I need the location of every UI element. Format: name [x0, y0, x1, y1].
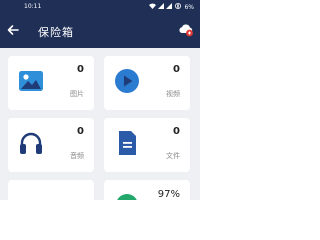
back-arrow-icon[interactable] [6, 22, 20, 36]
category-card-documents[interactable]: 0 文件 [104, 118, 190, 172]
category-label: 文件 [166, 152, 180, 160]
category-card-audio[interactable]: 0 音频 [8, 118, 94, 172]
app-bar: 保险箱 [0, 14, 200, 48]
category-card-video[interactable]: 0 视频 [104, 56, 190, 110]
document-icon [114, 130, 140, 156]
cloud-sync-icon[interactable] [178, 22, 194, 38]
vault-screen: 10:11 6% 保险箱 0 图片 0 视频 0 音频 0 文件 97% [0, 0, 200, 200]
image-icon [18, 68, 44, 94]
wifi-icon [149, 3, 157, 11]
partial-icon [18, 192, 44, 200]
play-icon [114, 68, 140, 94]
category-label: 图片 [70, 90, 84, 98]
status-bar: 10:11 6% [0, 0, 200, 14]
item-count: 0 [173, 64, 180, 75]
signal-icon [158, 3, 165, 11]
category-label: 音频 [70, 152, 84, 160]
battery-text: 6% [184, 3, 194, 11]
storage-percent: 97% [157, 189, 180, 200]
battery-icon [174, 3, 182, 11]
storage-pie-icon [114, 192, 140, 200]
signal-icon [166, 3, 173, 11]
item-count: 0 [77, 126, 84, 137]
category-card-images[interactable]: 0 图片 [8, 56, 94, 110]
status-icons: 6% [147, 3, 194, 11]
item-count: 0 [173, 126, 180, 137]
status-time: 10:11 [24, 3, 42, 10]
category-card-more[interactable] [8, 180, 94, 200]
item-count: 0 [77, 64, 84, 75]
category-label: 视频 [166, 90, 180, 98]
headphones-icon [18, 130, 44, 156]
page-title: 保险箱 [38, 26, 74, 39]
category-card-storage[interactable]: 97% [104, 180, 190, 200]
